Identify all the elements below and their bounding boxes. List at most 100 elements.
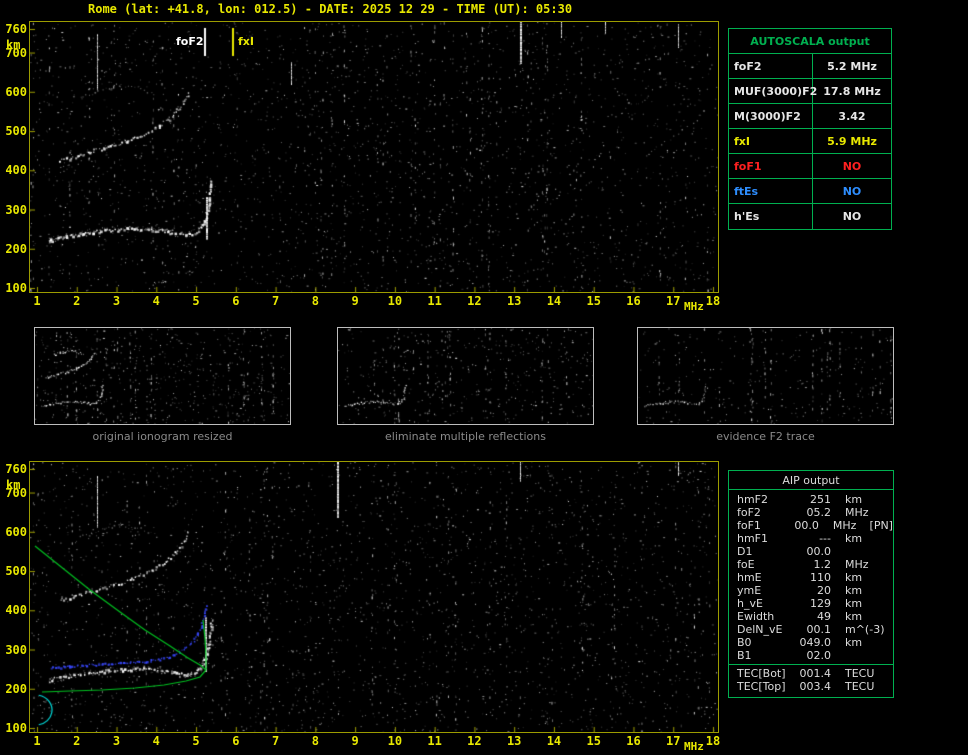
foF2-marker-label: foF2	[176, 35, 204, 48]
aip-val: ---	[819, 532, 831, 545]
x-axis-tick-label: 9	[351, 734, 359, 748]
y-axis-tick-label: 600	[5, 524, 27, 539]
aip-unit	[831, 649, 887, 662]
autoscala-row-label: ftEs	[729, 179, 813, 203]
thumbnail-original-ionogram	[34, 327, 291, 425]
fxI-marker-label: fxI	[238, 35, 254, 48]
aip-val: 1.2	[813, 558, 832, 571]
aip-name: hmF2	[737, 493, 769, 506]
thumbnail-caption-evidence: evidence F2 trace	[716, 430, 815, 443]
autoscala-row-value: 5.9 MHz	[827, 135, 877, 148]
aip-unit: MHz	[845, 506, 869, 519]
x-axis-tick-label: 8	[311, 294, 319, 308]
autoscala-row: M(3000)F2 3.42	[729, 104, 891, 129]
page-title: Rome (lat: +41.8, lon: 012.5) - DATE: 20…	[88, 2, 573, 16]
x-axis-tick-label: 13	[506, 294, 522, 308]
aip-unit: km	[845, 493, 863, 506]
x-axis-tick-label: 15	[586, 734, 601, 748]
aip-row: B0 049.0 km	[729, 636, 893, 649]
x-axis-tick-label: 16	[626, 294, 641, 308]
aip-row: hmF2 251 km	[729, 493, 893, 506]
x-axis-tick-label: 3	[112, 294, 121, 308]
autoscala-row-value: 5.2 MHz	[827, 60, 877, 73]
x-axis-tick-label: 5	[192, 734, 200, 748]
x-axis-tick-label: 1	[33, 734, 41, 748]
autoscala-row-label: MUF(3000)F2	[729, 79, 817, 103]
x-axis-tick-label: 9	[351, 294, 359, 308]
thumbnail-caption-original: original ionogram resized	[92, 430, 233, 443]
aip-unit: km	[845, 584, 863, 597]
bottom-ionogram-canvas	[30, 462, 718, 732]
x-axis-tick-label: 10	[387, 294, 403, 308]
x-axis-tick-label: 17	[666, 294, 681, 308]
aip-table-rows: hmF2 251 km foF2 05.2 MHz foF1 00.0 MHz [PN] hmF1-…	[729, 493, 893, 693]
x-axis-tick-label: 14	[546, 294, 562, 308]
top-ionogram-canvas	[30, 22, 718, 292]
y-axis-tick-label: 100	[5, 721, 27, 735]
autoscala-row-value: 17.8 MHz	[823, 85, 881, 98]
autoscala-row: foF1 NO	[729, 154, 891, 179]
thumbnail-eliminate-canvas	[338, 328, 593, 424]
aip-row: TEC[Bot] 001.4 TECU	[729, 664, 893, 680]
aip-name: hmE	[737, 571, 762, 584]
aip-name: Ewidth	[737, 610, 775, 623]
aip-name: foE	[737, 558, 755, 571]
x-axis-tick-label: 11	[427, 734, 442, 748]
aip-row: foF2 05.2 MHz	[729, 506, 893, 519]
aip-row: TEC[Top] 003.4 TECU	[729, 680, 893, 693]
x-axis-tick-label: 5	[192, 294, 200, 308]
x-axis-tick-label: 6	[232, 734, 240, 748]
aip-table-title: AIP output	[729, 471, 893, 490]
aip-name: foF1	[737, 519, 761, 532]
aip-unit	[831, 545, 887, 558]
autoscala-row: h'Es NO	[729, 204, 891, 229]
aip-row: foE 1.2 MHz	[729, 558, 893, 571]
x-axis-unit-top: MHz	[684, 300, 704, 313]
aip-name: foF2	[737, 506, 761, 519]
x-axis-tick-label: 16	[626, 734, 641, 748]
x-axis-tick-label: 7	[271, 294, 280, 308]
autoscala-row-value: NO	[842, 160, 862, 173]
aip-row: foF1 00.0 MHz [PN]	[729, 519, 893, 532]
x-axis-tick-label: 12	[467, 294, 482, 308]
aip-val: 110	[810, 571, 831, 584]
bottom-ionogram-plot	[29, 461, 719, 733]
y-axis-tick-label: 300	[5, 642, 27, 657]
aip-row: ymE 20 km	[729, 584, 893, 597]
autoscala-row: foF2 5.2 MHz	[729, 54, 891, 79]
aip-unit: km	[845, 532, 863, 545]
aip-unit: MHz	[845, 558, 869, 571]
aip-unit: TECU	[845, 680, 875, 693]
aip-row: hmF1 --- km	[729, 532, 893, 545]
aip-unit: km	[845, 597, 863, 610]
thumbnail-eliminate-reflections	[337, 327, 594, 425]
y-axis-tick-label: 700	[5, 485, 27, 500]
aip-name: B0	[737, 636, 752, 649]
thumbnail-caption-eliminate: eliminate multiple reflections	[385, 430, 546, 443]
aip-val: 001.4	[799, 667, 832, 680]
x-axis-tick-label: 1	[33, 294, 41, 308]
autoscala-row-label: M(3000)F2	[729, 104, 813, 128]
y-axis-tick-label: 500	[5, 124, 27, 139]
aip-val: 02.0	[806, 649, 832, 662]
x-axis-tick-label: 4	[152, 734, 160, 748]
thumbnail-evidence-f2	[637, 327, 894, 425]
aip-row: Ewidth 49 km	[729, 610, 893, 623]
aip-unit: m^(-3)	[845, 623, 885, 636]
y-axis-tick-label: 500	[5, 564, 27, 579]
y-axis-tick-label: 400	[5, 163, 27, 178]
aip-row: D1 00.0	[729, 545, 893, 558]
aip-name: TEC[Bot]	[737, 667, 786, 680]
y-axis-tick-label: 760	[5, 462, 27, 476]
autoscala-row-label: h'Es	[729, 204, 813, 229]
autoscala-row: fxI 5.9 MHz	[729, 129, 891, 154]
aip-val: 05.2	[806, 506, 832, 519]
autoscala-row-label: foF1	[729, 154, 813, 178]
aip-name: hmF1	[737, 532, 769, 545]
thumbnail-evidence-canvas	[638, 328, 893, 424]
y-axis-tick-label: 760	[5, 22, 27, 36]
aip-name: DelN_vE	[737, 623, 783, 636]
autoscala-output-table: AUTOSCALA output foF2 5.2 MHz MUF(3000)F2 1…	[728, 28, 892, 230]
y-axis-tick-label: 300	[5, 202, 27, 217]
x-axis-tick-label: 15	[586, 294, 601, 308]
